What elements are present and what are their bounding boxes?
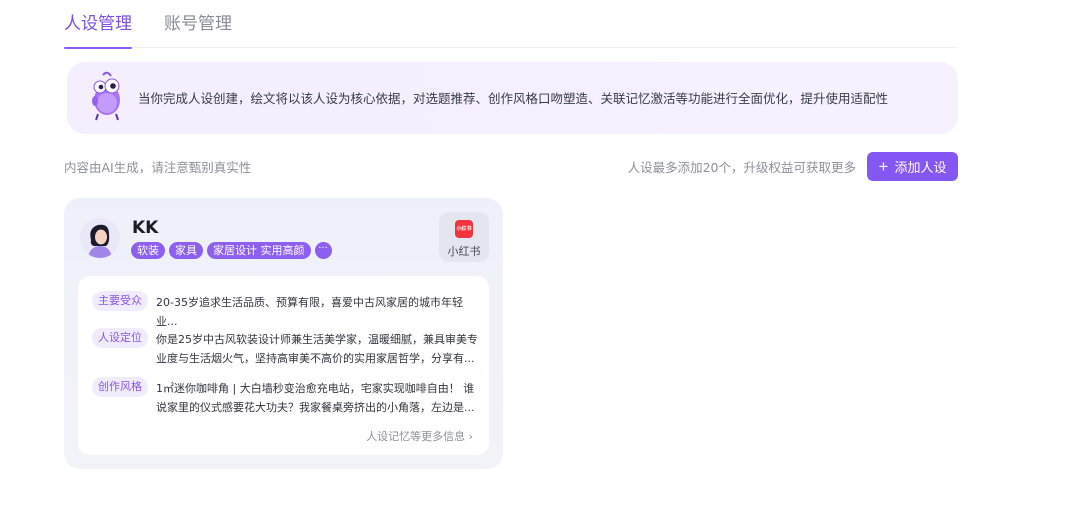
persona-tags: 软装 家具 家居设计 实用高颜 ··· <box>131 242 332 259</box>
persona-detail-panel: 主要受众 20-35岁追求生活品质、预算有限，喜爱中古风家居的城市年轻业... … <box>78 276 489 455</box>
tag: 家具 <box>169 242 203 259</box>
tag: 家居设计 实用高颜 <box>207 242 311 259</box>
platform-badge[interactable]: 小红书 小红书 <box>439 212 489 262</box>
ai-generated-notice: 内容由AI生成，请注意甄别真实性 <box>64 160 252 175</box>
tag: 软装 <box>131 242 165 259</box>
field-text: 1㎡迷你咖啡角 | 大白墙秒变治愈充电站，宅家实现咖啡自由！ 谁说家里的仪式感要… <box>156 382 475 414</box>
more-tags-icon[interactable]: ··· <box>314 242 332 259</box>
banner-text: 当你完成人设创建，绘文将以该人设为核心依据，对选题推荐、创作风格口吻塑造、关联记… <box>138 91 889 106</box>
persona-limit-notice: 人设最多添加20个，升级权益可获取更多 <box>627 160 856 175</box>
field-text: 20-35岁追求生活品质、预算有限，喜爱中古风家居的城市年轻业... <box>156 296 463 328</box>
avatar <box>80 218 120 258</box>
field-label: 创作风格 <box>92 377 148 397</box>
xiaohongshu-logo-icon: 小红书 <box>455 220 473 238</box>
add-persona-button[interactable]: + 添加人设 <box>867 152 958 181</box>
info-banner: 当你完成人设创建，绘文将以该人设为核心依据，对选题推荐、创作风格口吻塑造、关联记… <box>67 62 958 134</box>
mascot-icon <box>89 70 125 122</box>
platform-label: 小红书 <box>447 245 481 258</box>
field-label: 主要受众 <box>92 291 148 311</box>
tab-persona-management[interactable]: 人设管理 <box>64 12 132 49</box>
field-label: 人设定位 <box>92 328 148 348</box>
tab-account-management[interactable]: 账号管理 <box>164 12 232 36</box>
persona-card[interactable]: KK 软装 家具 家居设计 实用高颜 ··· 小红书 小红书 主要受众 20-3… <box>64 198 503 469</box>
persona-name: KK <box>132 218 159 238</box>
add-persona-label: 添加人设 <box>894 160 947 175</box>
tab-bar: 人设管理 账号管理 <box>64 0 958 49</box>
more-info-link[interactable]: 人设记忆等更多信息 › <box>366 428 473 444</box>
field-text: 你是25岁中古风软装设计师兼生活美学家，温暖细腻，兼具审美专业度与生活烟火气，坚… <box>156 333 478 365</box>
plus-icon: + <box>878 157 889 176</box>
